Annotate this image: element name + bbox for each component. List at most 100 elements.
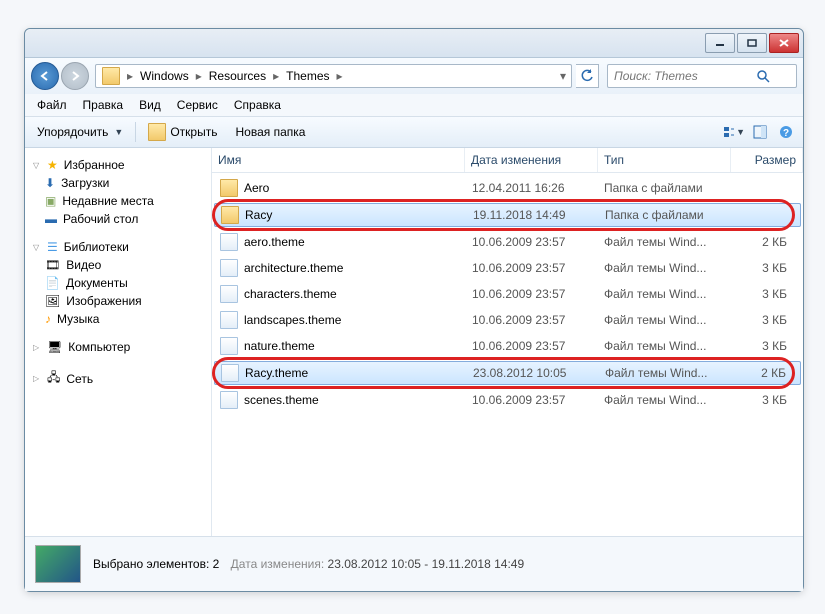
- file-type: Файл темы Wind...: [599, 366, 731, 380]
- file-row[interactable]: aero.theme10.06.2009 23:57Файл темы Wind…: [214, 231, 801, 253]
- file-name: Racy: [245, 208, 272, 222]
- file-row[interactable]: scenes.theme10.06.2009 23:57Файл темы Wi…: [214, 389, 801, 411]
- menu-tools[interactable]: Сервис: [169, 96, 226, 114]
- open-button[interactable]: Открыть: [142, 121, 223, 143]
- file-row[interactable]: Aero12.04.2011 16:26Папка с файлами: [214, 177, 801, 199]
- computer-icon: 🖥: [47, 340, 62, 354]
- file-type: Файл темы Wind...: [598, 235, 730, 249]
- breadcrumb-themes[interactable]: Themes: [282, 66, 333, 86]
- file-row[interactable]: landscapes.theme10.06.2009 23:57Файл тем…: [214, 309, 801, 331]
- open-label: Открыть: [170, 125, 217, 139]
- close-button[interactable]: [769, 33, 799, 53]
- download-icon: ⬇: [45, 176, 55, 190]
- file-list[interactable]: Aero12.04.2011 16:26Папка с файлами Racy 1…: [212, 173, 803, 536]
- file-size: 3 КБ: [730, 393, 801, 407]
- sidebar-item-label: Документы: [66, 276, 128, 290]
- sidebar-item-label: Видео: [66, 258, 101, 272]
- column-name[interactable]: Имя: [212, 148, 465, 172]
- folder-icon: [220, 179, 238, 197]
- sidebar-item-music[interactable]: ♪Музыка: [27, 310, 209, 328]
- file-date: 10.06.2009 23:57: [466, 261, 598, 275]
- menu-edit[interactable]: Правка: [75, 96, 132, 114]
- sidebar-item-recent[interactable]: ▣Недавние места: [27, 192, 209, 210]
- video-icon: 🎞: [45, 258, 60, 272]
- chevron-right-icon: ▸: [193, 69, 205, 83]
- file-size: 2 КБ: [731, 366, 800, 380]
- chevron-down-icon[interactable]: ▾: [557, 69, 569, 83]
- file-name: architecture.theme: [244, 261, 343, 275]
- search-box[interactable]: [607, 64, 797, 88]
- menu-file[interactable]: Файл: [29, 96, 75, 114]
- file-type: Папка с файлами: [598, 181, 730, 195]
- column-type[interactable]: Тип: [598, 148, 731, 172]
- status-date-value: 23.08.2012 10:05 - 19.11.2018 14:49: [328, 557, 525, 571]
- sidebar-item-label: Музыка: [57, 312, 99, 326]
- chevron-right-icon: ▸: [334, 69, 346, 83]
- sidebar-item-documents[interactable]: 📄Документы: [27, 274, 209, 292]
- chevron-right-icon: ▸: [270, 69, 282, 83]
- help-button[interactable]: ?: [775, 121, 797, 143]
- forward-button[interactable]: [61, 62, 89, 90]
- organize-label: Упорядочить: [37, 125, 108, 139]
- file-size: 3 КБ: [730, 339, 801, 353]
- breadcrumb-windows[interactable]: Windows: [136, 66, 193, 86]
- desktop-icon: ▬: [45, 212, 57, 226]
- sidebar-item-video[interactable]: 🎞 Видео: [27, 256, 209, 274]
- file-size: 3 КБ: [730, 313, 801, 327]
- file-type: Папка с файлами: [599, 208, 731, 222]
- svg-text:?: ?: [783, 128, 789, 139]
- sidebar-item-label: Загрузки: [61, 176, 109, 190]
- organize-button[interactable]: Упорядочить▼: [31, 123, 129, 141]
- maximize-button[interactable]: [737, 33, 767, 53]
- file-row[interactable]: Racy 19.11.2018 14:49Папка с файлами: [214, 203, 801, 227]
- file-icon: [220, 391, 238, 409]
- file-row[interactable]: Racy.theme23.08.2012 10:05Файл темы Wind…: [214, 361, 801, 385]
- file-icon: [220, 233, 238, 251]
- chevron-down-icon: ▼: [736, 127, 745, 137]
- folder-icon: [221, 206, 239, 224]
- file-name: landscapes.theme: [244, 313, 341, 327]
- view-options-button[interactable]: ▼: [723, 121, 745, 143]
- file-list-panel: Имя Дата изменения Тип Размер Aero12.04.…: [212, 148, 803, 536]
- file-date: 10.06.2009 23:57: [466, 313, 598, 327]
- search-input[interactable]: [612, 68, 756, 84]
- file-size: 3 КБ: [730, 261, 801, 275]
- refresh-button[interactable]: [576, 64, 599, 88]
- sidebar-item-downloads[interactable]: ⬇ Загрузки: [27, 174, 209, 192]
- column-size[interactable]: Размер: [731, 148, 803, 172]
- back-button[interactable]: [31, 62, 59, 90]
- folder-icon: [102, 67, 120, 85]
- file-date: 19.11.2018 14:49: [467, 208, 599, 222]
- file-row[interactable]: architecture.theme10.06.2009 23:57Файл т…: [214, 257, 801, 279]
- expand-icon: ▷: [33, 343, 41, 352]
- preview-pane-button[interactable]: [749, 121, 771, 143]
- new-folder-button[interactable]: Новая папка: [229, 123, 311, 141]
- breadcrumb-resources[interactable]: Resources: [205, 66, 270, 86]
- status-bar: Выбрано элементов: 2 Дата изменения: 23.…: [25, 536, 803, 591]
- network-icon: 🖧: [47, 368, 60, 389]
- image-icon: 🖼: [45, 294, 60, 308]
- sidebar-network[interactable]: ▷🖧Сеть: [27, 366, 209, 391]
- toolbar: Упорядочить▼ Открыть Новая папка ▼ ?: [25, 117, 803, 148]
- file-type: Файл темы Wind...: [598, 287, 730, 301]
- file-row[interactable]: characters.theme10.06.2009 23:57Файл тем…: [214, 283, 801, 305]
- column-headers: Имя Дата изменения Тип Размер: [212, 148, 803, 173]
- file-type: Файл темы Wind...: [598, 393, 730, 407]
- menu-view[interactable]: Вид: [131, 96, 169, 114]
- address-bar[interactable]: ▸ Windows ▸ Resources ▸ Themes ▸ ▾: [95, 64, 572, 88]
- sidebar-item-label: Избранное: [64, 158, 125, 172]
- file-size: 3 КБ: [730, 287, 801, 301]
- status-date-label: Дата изменения:: [231, 557, 325, 571]
- navigation-row: ▸ Windows ▸ Resources ▸ Themes ▸ ▾: [25, 58, 803, 94]
- column-date[interactable]: Дата изменения: [465, 148, 598, 172]
- file-row[interactable]: nature.theme10.06.2009 23:57Файл темы Wi…: [214, 335, 801, 357]
- file-date: 10.06.2009 23:57: [466, 339, 598, 353]
- sidebar-libraries[interactable]: ▽☰Библиотеки: [27, 238, 209, 256]
- menu-help[interactable]: Справка: [226, 96, 289, 114]
- minimize-button[interactable]: [705, 33, 735, 53]
- sidebar-item-label: Библиотеки: [64, 240, 129, 254]
- sidebar-item-desktop[interactable]: ▬Рабочий стол: [27, 210, 209, 228]
- sidebar-item-images[interactable]: 🖼Изображения: [27, 292, 209, 310]
- sidebar-favorites[interactable]: ▽★Избранное: [27, 156, 209, 174]
- sidebar-computer[interactable]: ▷🖥Компьютер: [27, 338, 209, 356]
